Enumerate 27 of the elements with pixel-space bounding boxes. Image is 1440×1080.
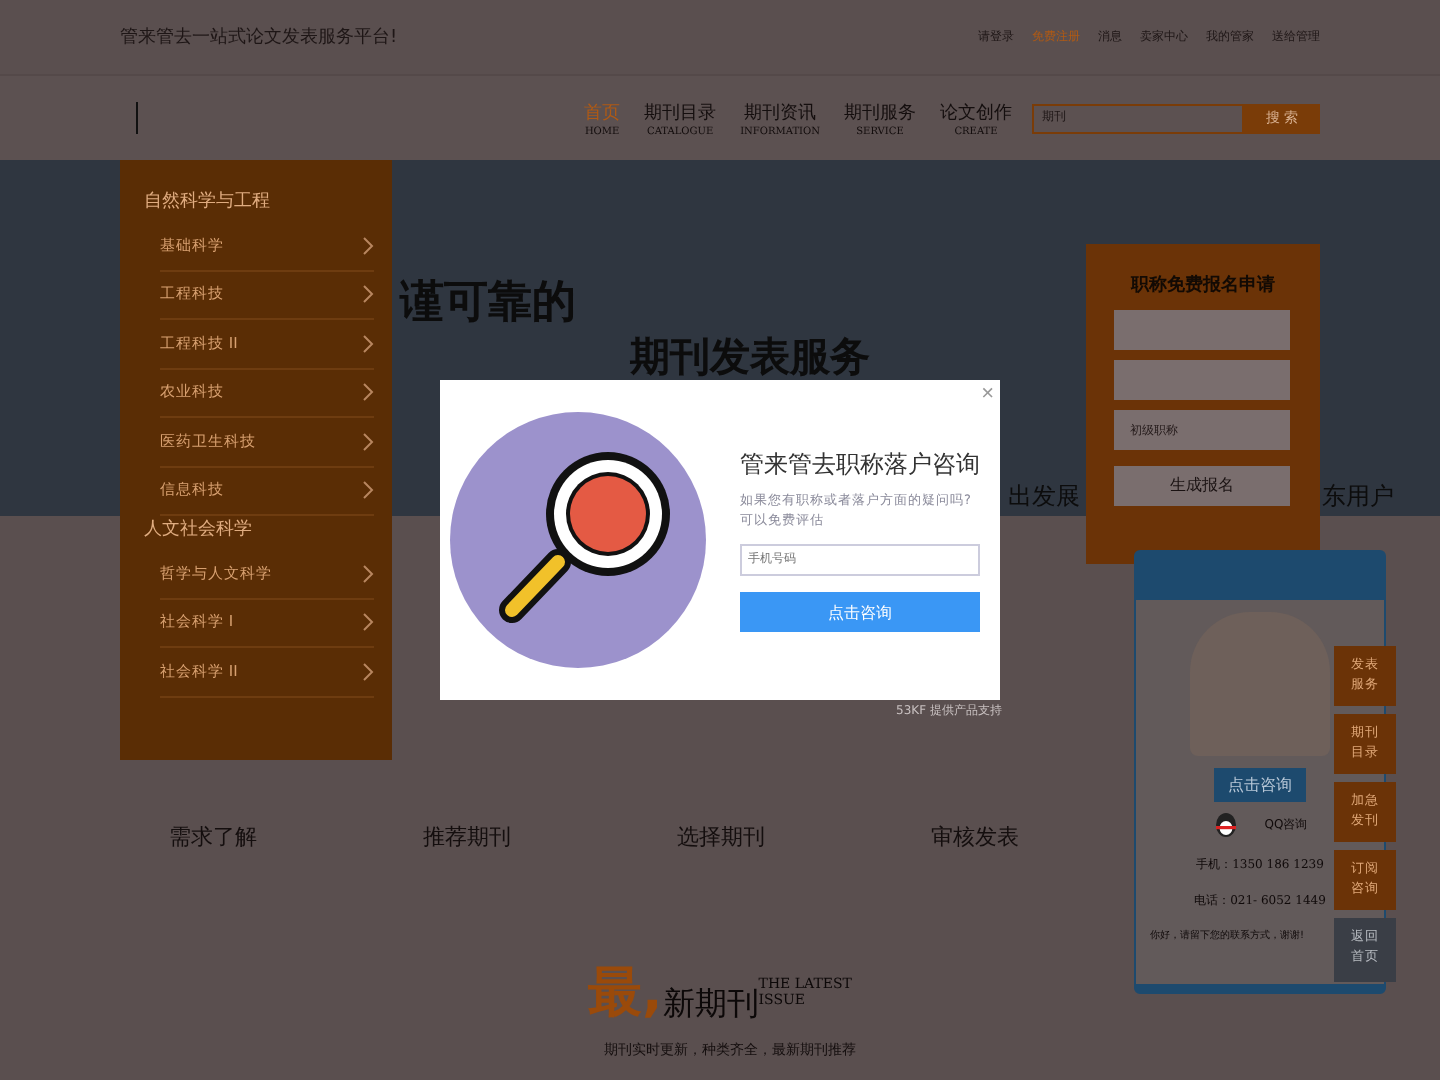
category-heading: 自然科学与工程 — [144, 189, 272, 214]
category-heading: 人文社会科学 — [144, 517, 254, 542]
heading-accent: 最, — [588, 964, 663, 1024]
chevron-icon — [362, 284, 374, 305]
penguin-icon — [1212, 810, 1241, 838]
input-field[interactable] — [1114, 360, 1290, 400]
chevron-icon — [362, 612, 374, 633]
chevron-icon — [362, 382, 374, 403]
consult-button[interactable]: 点击咨询 — [1214, 768, 1306, 802]
chevron-icon — [362, 235, 374, 256]
chevron-icon — [362, 563, 374, 584]
section-title: 新期刊 — [662, 984, 759, 1024]
chevron-icon — [362, 661, 374, 682]
logo-divider — [136, 102, 138, 134]
chevron-icon — [362, 333, 374, 354]
step-label: 审核发表 — [929, 822, 1021, 852]
close-button[interactable]: × — [981, 382, 994, 406]
submit-button[interactable]: 生成报名 — [1114, 465, 1290, 505]
step-label: 推荐期刊 — [421, 822, 513, 852]
consult-button[interactable]: 点击咨询 — [740, 592, 980, 632]
form-title: 职称免费报名申请 — [1128, 272, 1277, 298]
chevron-icon — [362, 480, 374, 501]
step-label: 选择期刊 — [675, 822, 767, 852]
input-field[interactable] — [1114, 310, 1290, 350]
dialog-title: 管来管去职称落户咨询 — [740, 448, 980, 482]
step-label: 需求了解 — [167, 822, 259, 852]
chevron-icon — [362, 431, 374, 452]
